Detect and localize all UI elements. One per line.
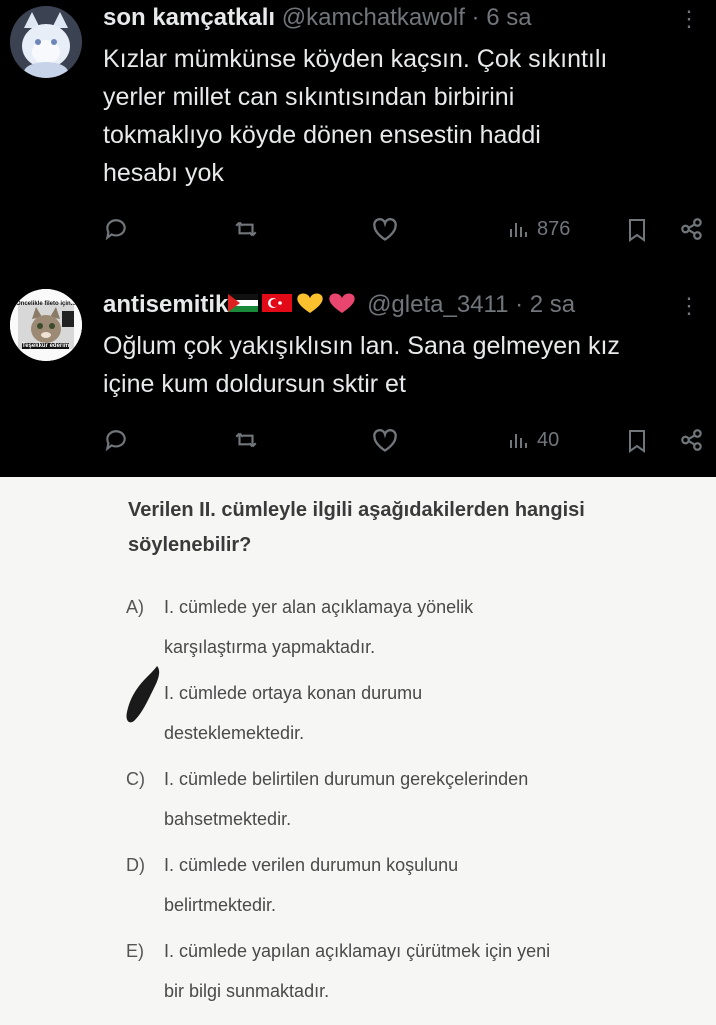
timestamp[interactable]: · 6 sa	[472, 4, 532, 31]
more-options-icon[interactable]: ⋮	[678, 6, 700, 32]
avatar-caption: Öncelikle fileto için...	[16, 301, 76, 307]
question-text: Verilen II. cümleyle ilgili aşağıdakiler…	[128, 493, 688, 563]
option-c: C) I. cümlede belirtilen durumun gerekçel…	[126, 759, 696, 839]
option-line: bir bilgi sunmaktadır.	[164, 981, 330, 1001]
share-icon	[681, 218, 702, 240]
option-letter: C)	[126, 769, 145, 789]
bookmark-icon	[629, 430, 645, 453]
display-name[interactable]: antisemitik	[103, 291, 228, 318]
reply-button[interactable]	[103, 216, 129, 242]
action-bar: 876	[103, 216, 703, 246]
tweet-text-line: Kızlar mümkünse köyden kaçsın. Çok sıkın…	[103, 45, 608, 73]
bookmark-button[interactable]	[625, 427, 649, 455]
like-button[interactable]	[371, 427, 399, 453]
turkey-flag-icon	[262, 294, 293, 312]
option-line: desteklemektedir.	[164, 723, 305, 743]
bookmark-button[interactable]	[625, 216, 649, 244]
timestamp[interactable]: · 2 sa	[515, 291, 575, 318]
share-button[interactable]	[679, 427, 705, 453]
option-line: belirtmektedir.	[164, 895, 277, 915]
views-count: 40	[537, 428, 560, 451]
heart-icon	[373, 218, 397, 241]
share-button[interactable]	[679, 216, 705, 242]
views-icon	[510, 434, 527, 448]
views-count: 876	[537, 217, 571, 240]
option-e: E) I. cümlede yapılan açıklamayı çürütmek…	[126, 931, 696, 1011]
handle[interactable]: @kamchatkawolf	[282, 4, 465, 31]
tweet-text-line: içine kum doldursun sktir et	[103, 370, 406, 398]
more-options-icon[interactable]: ⋮	[678, 293, 700, 319]
reply-icon	[105, 219, 126, 241]
option-line: I. cümlede verilen durumun koşulunu	[164, 855, 459, 875]
option-line: I. cümlede ortaya konan durumu	[164, 683, 423, 703]
bookmark-icon	[629, 219, 645, 242]
tweet-text-line: Oğlum çok yakışıklısın lan. Sana gelmeye…	[103, 332, 620, 360]
avatar-caption: Teşekkür ederim	[22, 343, 70, 349]
display-name[interactable]: son kamçatkalı	[103, 4, 275, 31]
retweet-button[interactable]	[233, 427, 259, 453]
tweet-text-line: tokmaklıyo köyde dönen ensestin haddi	[103, 121, 541, 149]
views-icon	[510, 223, 527, 237]
option-line: bahsetmektedir.	[164, 809, 292, 829]
reply-icon	[105, 430, 126, 452]
pen-scribble-mark	[126, 666, 160, 723]
option-line: I. cümlede belirtilen durumun gerekçeler…	[164, 769, 529, 789]
tweet-header: antisemitik @gleta_3411 · 2 sa	[103, 291, 575, 322]
handle[interactable]: @gleta_3411	[367, 291, 508, 318]
option-line: karşılaştırma yapmaktadır.	[164, 637, 376, 657]
pink-heart-icon	[329, 293, 356, 313]
retweet-icon	[235, 221, 257, 237]
tweet-2[interactable]: Öncelikle fileto için... Teşekkür ederim…	[0, 265, 716, 477]
tweet-header: son kamçatkalı @kamchatkawolf · 6 sa	[103, 4, 532, 32]
like-button[interactable]	[371, 216, 399, 242]
avatar[interactable]: Öncelikle fileto için... Teşekkür ederim	[10, 289, 82, 361]
option-d: D) I. cümlede verilen durumun koşulunu be…	[126, 845, 696, 925]
action-bar: 40	[103, 427, 703, 457]
avatar[interactable]	[10, 6, 82, 78]
cat-avatar-icon	[10, 289, 82, 361]
retweet-button[interactable]	[233, 216, 259, 242]
reply-button[interactable]	[103, 427, 129, 453]
exam-paper-image: Verilen II. cümleyle ilgili aşağıdakiler…	[0, 477, 716, 1025]
wolf-avatar-icon	[10, 6, 82, 78]
tweet-text: Kızlar mümkünse köyden kaçsın. Çok sıkın…	[103, 40, 703, 192]
option-line: I. cümlede yapılan açıklamayı çürütmek i…	[164, 941, 551, 961]
yellow-heart-icon	[297, 293, 324, 313]
tweet-text-line: yerler millet can sıkıntısından birbirin…	[103, 83, 515, 111]
tweet-text: Oğlum çok yakışıklısın lan. Sana gelmeye…	[103, 327, 703, 403]
tweet-1[interactable]: son kamçatkalı @kamchatkawolf · 6 sa ⋮ K…	[0, 0, 716, 265]
retweet-icon	[235, 432, 257, 448]
tweet-text-line: hesabı yok	[103, 159, 224, 187]
question-line: Verilen II. cümleyle ilgili aşağıdakiler…	[128, 499, 585, 521]
option-letter: E)	[126, 941, 144, 961]
views-button[interactable]: 876	[507, 216, 570, 242]
heart-icon	[373, 429, 397, 452]
option-letter: D)	[126, 855, 145, 875]
option-line: I. cümlede yer alan açıklamaya yönelik	[164, 597, 474, 617]
option-b: I. cümlede ortaya konan durumu desteklem…	[126, 673, 696, 753]
views-button[interactable]: 40	[507, 427, 559, 453]
option-letter: A)	[126, 597, 144, 617]
option-a: A) I. cümlede yer alan açıklamaya yönelik…	[126, 587, 696, 667]
share-icon	[681, 429, 702, 451]
palestine-flag-icon	[228, 294, 259, 312]
display-name-emojis	[228, 291, 360, 322]
question-line: söylenebilir?	[128, 534, 252, 556]
